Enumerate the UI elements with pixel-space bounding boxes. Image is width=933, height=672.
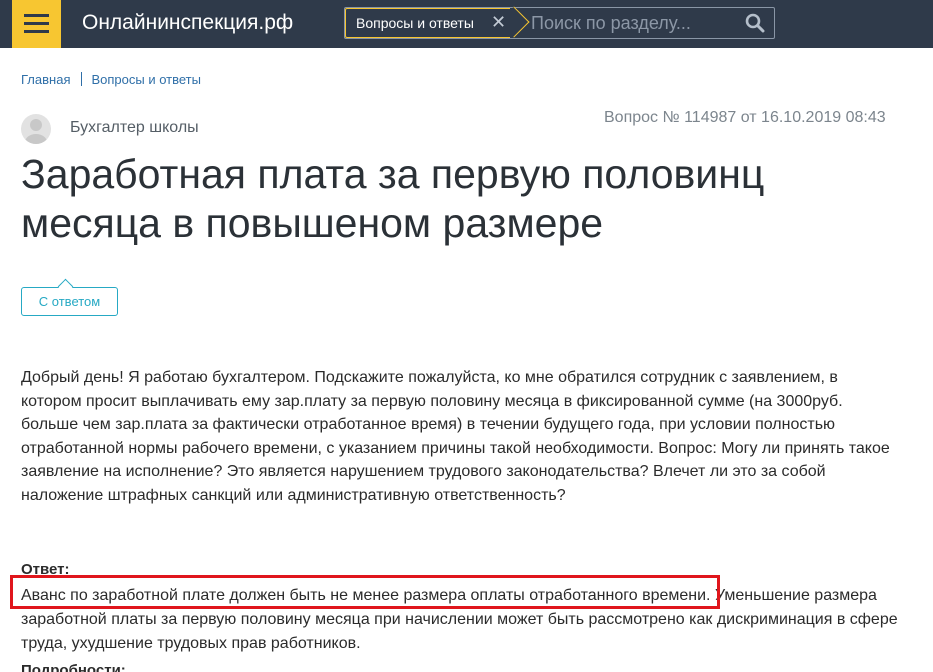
highlight-box [10,575,720,609]
breadcrumb-separator [81,72,83,86]
details-label: Подробности: [21,662,126,672]
close-icon[interactable]: ✕ [491,13,506,31]
search-icon[interactable] [745,13,765,33]
menu-button[interactable] [12,0,61,48]
breadcrumb-link-home[interactable]: Главная [21,72,70,87]
search-section-tag-label: Вопросы и ответы [356,15,474,31]
search-box: Вопросы и ответы ✕ [344,6,775,39]
question-author: Бухгалтер школы [70,119,199,136]
question-title: Заработная плата за первую половинц меся… [21,151,765,246]
search-input[interactable] [531,12,731,34]
menu-icon-line [24,22,49,25]
top-navigation-bar: Онлайнинспекция.рф Вопросы и ответы ✕ [0,0,933,48]
avatar-silhouette [25,119,47,144]
user-avatar-icon [21,114,51,144]
question-body: Добрый день! Я работаю бухгалтером. Подс… [21,369,890,504]
menu-icon-line [24,30,49,33]
question-meta: Вопрос № 114987 от 16.10.2019 08:43 [604,109,886,126]
site-logo-title[interactable]: Онлайнинспекция.рф [82,11,293,35]
menu-icon-line [24,14,49,17]
breadcrumb: Главная Вопросы и ответы [21,72,201,87]
status-badge[interactable]: С ответом [21,287,118,316]
breadcrumb-link-qa[interactable]: Вопросы и ответы [91,72,200,87]
